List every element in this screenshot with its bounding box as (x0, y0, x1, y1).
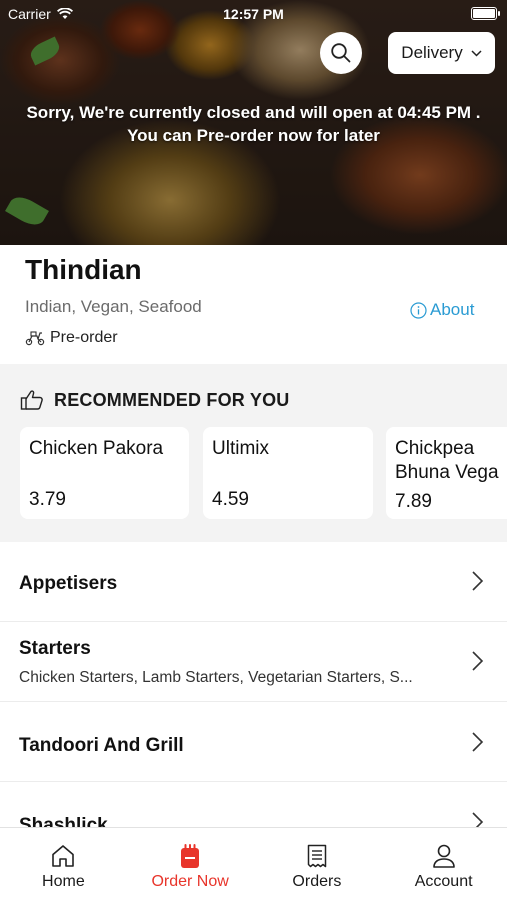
category-row-starters[interactable]: Starters Chicken Starters, Lamb Starters… (0, 622, 507, 702)
preorder-indicator: Pre-order (25, 329, 118, 347)
tab-label: Orders (292, 873, 342, 890)
category-subtitle: Chicken Starters, Lamb Starters, Vegetar… (19, 669, 413, 686)
home-icon (52, 845, 75, 867)
recommended-item-name: Chicken Pakora (29, 438, 164, 459)
user-icon (432, 844, 455, 868)
recommended-item-card[interactable]: Chicken Pakora 3.79 (20, 427, 189, 519)
bottom-tab-bar: Home Order Now Orders Account (0, 827, 507, 900)
tab-home[interactable]: Home (0, 828, 127, 900)
search-button[interactable] (320, 32, 362, 74)
tab-label: Account (414, 873, 473, 890)
recommended-title: RECOMMENDED FOR YOU (54, 389, 290, 410)
category-row-tandoori[interactable]: Tandoori And Grill (0, 702, 507, 782)
info-icon (410, 301, 427, 319)
leaf-decoration (27, 36, 63, 66)
recommended-item-price: 7.89 (395, 491, 432, 512)
tab-label: Home (42, 873, 85, 890)
category-title: Tandoori And Grill (19, 735, 184, 756)
recommended-section: RECOMMENDED FOR YOU Chicken Pakora 3.79 … (0, 364, 507, 542)
delivery-mode-select[interactable]: Delivery (388, 32, 495, 74)
recommended-item-price: 4.59 (212, 489, 249, 510)
recommended-item-name: Ultimix (212, 438, 269, 459)
preorder-label: Pre-order (50, 329, 118, 346)
closed-notice-line1: Sorry, We're currently closed and will o… (26, 103, 481, 122)
leaf-decoration (5, 191, 49, 231)
chevron-right-icon (472, 812, 484, 827)
tab-order-now[interactable]: Order Now (127, 828, 254, 900)
closed-notice-line2: You can Pre-order now for later (127, 126, 380, 145)
about-link[interactable]: About (410, 300, 474, 320)
search-icon (331, 43, 351, 63)
chevron-right-icon (472, 651, 484, 671)
recommended-item-card[interactable]: Ultimix 4.59 (203, 427, 373, 519)
category-title: Starters (19, 638, 91, 659)
category-row-shashlick[interactable]: Shashlick (0, 782, 507, 827)
chevron-down-icon (471, 49, 482, 57)
restaurant-name: Thindian (25, 254, 142, 285)
tab-orders[interactable]: Orders (254, 828, 381, 900)
closed-notice: Sorry, We're currently closed and will o… (0, 101, 507, 147)
recommended-item-name-line2: Bhuna Vega (395, 462, 499, 483)
about-label: About (430, 300, 475, 319)
battery-icon (471, 7, 500, 20)
receipt-icon (307, 844, 327, 868)
delivery-mode-label: Delivery (401, 43, 463, 62)
restaurant-cuisine: Indian, Vegan, Seafood (25, 297, 202, 316)
recommended-item-card[interactable]: Chickpea Bhuna Vega 7.89 (386, 427, 507, 519)
status-bar: Carrier 12:57 PM (0, 0, 507, 28)
tab-label: Order Now (151, 873, 229, 890)
order-bag-icon (181, 844, 200, 868)
recommended-heading: RECOMMENDED FOR YOU (20, 389, 289, 411)
category-title: Appetisers (19, 573, 118, 594)
tab-account[interactable]: Account (380, 828, 507, 900)
clock: 12:57 PM (223, 6, 284, 22)
chevron-right-icon (472, 732, 484, 752)
category-title: Shashlick (19, 815, 108, 827)
chevron-right-icon (472, 571, 484, 591)
category-row-appetisers[interactable]: Appetisers (0, 542, 507, 622)
thumbs-up-icon (20, 390, 43, 410)
recommended-item-price: 3.79 (29, 489, 66, 510)
recommended-item-name-line1: Chickpea (395, 438, 475, 459)
scooter-icon (25, 331, 45, 346)
